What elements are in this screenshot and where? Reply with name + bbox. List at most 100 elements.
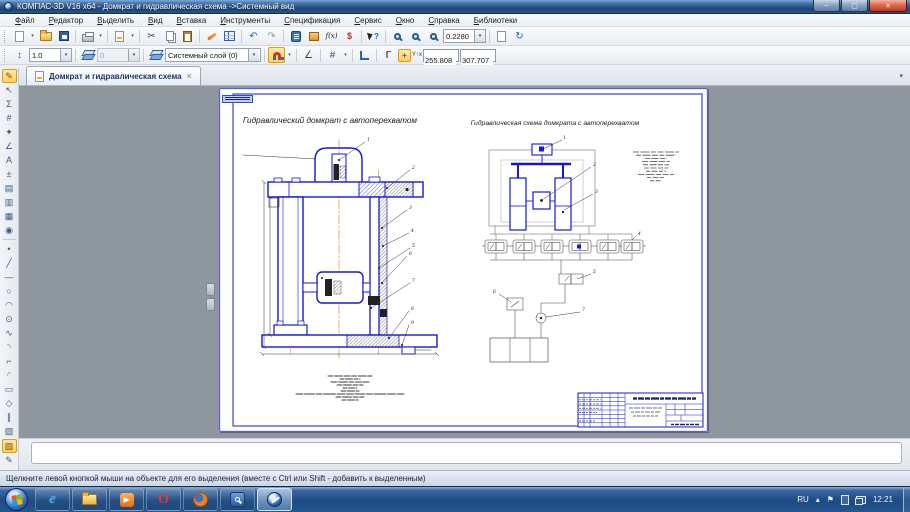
toolbar-grip-2[interactable]	[4, 49, 8, 62]
hidden-icons-button[interactable]: ▴	[816, 495, 820, 504]
start-button[interactable]	[5, 488, 28, 511]
zoom-scale-caret[interactable]: ▾	[474, 30, 485, 42]
library-manager-button[interactable]	[305, 28, 322, 44]
new-document-caret[interactable]: ▾	[29, 33, 36, 39]
menu-view[interactable]: Вид	[141, 14, 169, 27]
panel-designations-icon[interactable]: ▦	[2, 209, 17, 223]
toolbar-grip[interactable]	[4, 30, 8, 43]
taskbar-kompas-button[interactable]	[257, 488, 292, 511]
taskbar-firefox-button[interactable]	[183, 488, 218, 511]
menu-help[interactable]: Справка	[421, 14, 466, 27]
text-tool-icon[interactable]: А	[2, 153, 17, 167]
layer-caret[interactable]: ▾	[248, 49, 259, 61]
segment-tool-icon[interactable]: ╱	[2, 256, 17, 270]
panel-geometry-icon[interactable]: ▤	[2, 181, 17, 195]
ortho-button[interactable]: Г	[380, 47, 397, 63]
grid-caret[interactable]: ▾	[342, 52, 349, 58]
copy-properties-button[interactable]	[203, 28, 220, 44]
spreadsheet-button[interactable]	[221, 28, 238, 44]
show-page-button[interactable]	[493, 28, 510, 44]
tray-clipboard-icon[interactable]	[841, 495, 849, 505]
grid-button[interactable]: #	[324, 47, 341, 63]
menu-tools[interactable]: Инструменты	[213, 14, 277, 27]
panel-grip-2[interactable]	[206, 298, 215, 311]
coord-y-field[interactable]	[460, 49, 496, 62]
arc-tool-icon[interactable]: ◠	[2, 298, 17, 312]
aux-line-tool-icon[interactable]: —	[2, 270, 17, 284]
menu-insert[interactable]: Вставка	[170, 14, 214, 27]
maximize-button[interactable]: ▢	[841, 0, 868, 12]
cursor-step-caret[interactable]: ▾	[60, 49, 71, 61]
point-tool-icon[interactable]: •	[2, 242, 17, 256]
undo-button[interactable]: ↶	[245, 28, 262, 44]
taskbar-opera-button[interactable]: O	[146, 488, 181, 511]
cursor-step-combo[interactable]: ▾	[29, 48, 72, 62]
spline-tool-icon[interactable]: ∿	[2, 326, 17, 340]
redo-button[interactable]: ↷	[263, 28, 280, 44]
pointer-icon[interactable]: ↖	[2, 83, 17, 97]
refresh-view-button[interactable]: ↻	[511, 28, 528, 44]
clock[interactable]: 12:21	[873, 495, 893, 504]
menu-specification[interactable]: Спецификация	[277, 14, 347, 27]
print-button[interactable]	[79, 28, 96, 44]
taskbar-media-button[interactable]: ▶	[109, 488, 144, 511]
drawing-sheet[interactable]: Гидравлический домкрат с автоперехватом …	[219, 88, 708, 432]
cursor-step-button[interactable]: ↕	[11, 47, 28, 63]
zoom-selected-button[interactable]	[407, 28, 424, 44]
language-indicator[interactable]: RU	[797, 495, 809, 504]
layer-combo[interactable]: ▾	[165, 48, 261, 62]
action-center-flag-icon[interactable]: ⚑	[827, 495, 834, 504]
ellipse-tool-icon[interactable]: ⊙	[2, 312, 17, 326]
minimize-button[interactable]: –	[813, 0, 840, 12]
menu-libraries[interactable]: Библиотеки	[467, 14, 524, 27]
menu-file[interactable]: Файл	[8, 14, 42, 27]
roundoff-snap-button[interactable]: +	[398, 49, 411, 62]
menu-window[interactable]: Окно	[389, 14, 422, 27]
menu-edit[interactable]: Редактор	[42, 14, 90, 27]
close-button[interactable]: ✕	[869, 0, 907, 12]
corner-tool-icon[interactable]: ⌐	[2, 354, 17, 368]
parallel-tool-icon[interactable]: ∥	[2, 410, 17, 424]
tab-close-icon[interactable]: ×	[187, 72, 192, 80]
save-button[interactable]	[55, 28, 72, 44]
cut-button[interactable]: ✂	[143, 28, 160, 44]
menu-service[interactable]: Сервис	[347, 14, 388, 27]
preview-caret[interactable]: ▾	[129, 33, 136, 39]
variables-button[interactable]: f(x)	[323, 28, 340, 44]
show-desktop-button[interactable]	[903, 487, 910, 512]
specification-button[interactable]: $	[341, 28, 358, 44]
panel-grip-1[interactable]	[206, 283, 215, 296]
taskbar-ie-button[interactable]: e	[35, 488, 70, 511]
library-globe-icon[interactable]: ◉	[2, 223, 17, 237]
fillet-tool-icon[interactable]: ◜	[2, 368, 17, 382]
curve-tool-icon[interactable]: ◝	[2, 340, 17, 354]
local-cs-button[interactable]	[356, 47, 373, 63]
zoom-out-button[interactable]	[425, 28, 442, 44]
taskbar-search-app-button[interactable]	[220, 488, 255, 511]
angle-snap-button[interactable]: ∠	[300, 47, 317, 63]
paste-button[interactable]	[179, 28, 196, 44]
document-tab[interactable]: Домкрат и гидравлическая схема ×	[26, 66, 201, 85]
hatch-fill-icon[interactable]: ▨	[2, 439, 17, 453]
sum-measure-icon[interactable]: Σ	[2, 97, 17, 111]
open-button[interactable]	[37, 28, 54, 44]
tolerance-icon[interactable]: ±	[2, 167, 17, 181]
view-label-stamp[interactable]	[222, 95, 253, 103]
taskbar-explorer-button[interactable]	[72, 488, 107, 511]
coord-y-input[interactable]	[461, 55, 493, 66]
drawing-canvas[interactable]: Гидравлический домкрат с автоперехватом …	[19, 86, 910, 438]
cursor-step-input[interactable]	[30, 50, 60, 61]
grid-snap-icon[interactable]: #	[2, 111, 17, 125]
layers-button[interactable]	[147, 47, 164, 63]
zoom-scale-combo[interactable]: ▾	[443, 29, 486, 43]
context-help-button[interactable]: ?	[365, 28, 382, 44]
new-document-button[interactable]	[11, 28, 28, 44]
print-caret[interactable]: ▾	[97, 33, 104, 39]
paintbrush-icon[interactable]: ✎	[2, 453, 17, 467]
menu-select[interactable]: Выделить	[90, 14, 141, 27]
zoom-frame-button[interactable]	[389, 28, 406, 44]
hatch-tool-icon[interactable]: ▨	[2, 424, 17, 438]
tab-overflow-button[interactable]: ▾	[899, 72, 903, 80]
tray-network-icon[interactable]	[856, 496, 866, 504]
snap-caret[interactable]: ▾	[286, 52, 293, 58]
